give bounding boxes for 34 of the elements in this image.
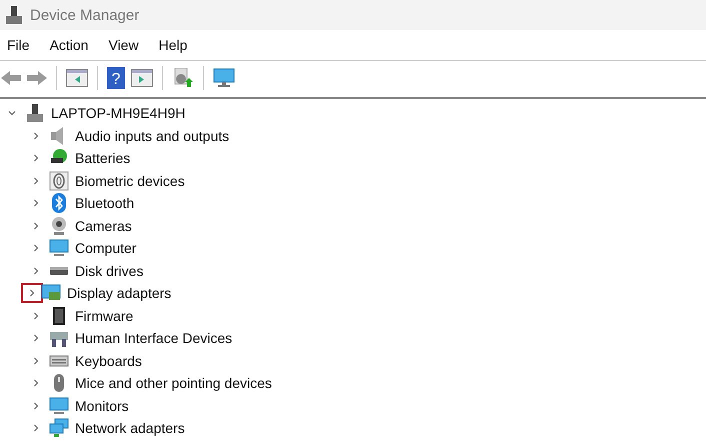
tree-item[interactable]: Disk drives	[75, 262, 144, 279]
webcam-icon	[49, 216, 69, 236]
network-icon	[49, 418, 69, 438]
computer-tower-icon	[6, 6, 22, 24]
panel-icon[interactable]	[66, 69, 88, 87]
tree-item[interactable]: Batteries	[75, 150, 130, 166]
tree-item[interactable]: Network adapters	[75, 420, 185, 436]
tree-item[interactable]: Keyboards	[75, 352, 142, 369]
menu-item[interactable]: View	[108, 37, 139, 53]
tree-item[interactable]: Monitors	[75, 398, 129, 414]
tree-item[interactable]: LAPTOP-MH9E4H9H	[51, 105, 186, 122]
tree-item[interactable]: Biometric devices	[75, 172, 185, 189]
forward-arrow-icon[interactable]	[27, 70, 47, 86]
help-icon[interactable]: ?	[107, 67, 125, 89]
fingerprint-icon	[49, 170, 69, 191]
tree-item[interactable]: Computer	[75, 240, 136, 256]
bluetooth-icon	[49, 193, 69, 214]
computer-tower-icon	[25, 103, 45, 124]
disk-drive-icon	[49, 266, 69, 276]
tree-item[interactable]: Human Interface Devices	[75, 330, 232, 346]
tree-item[interactable]: Audio inputs and outputs	[75, 128, 230, 144]
tree-item[interactable]: Mice and other pointing devices	[75, 375, 272, 392]
monitor-icon	[49, 238, 69, 258]
tree-item[interactable]: Bluetooth	[75, 195, 134, 212]
panel-icon[interactable]	[131, 69, 153, 87]
tree-item[interactable]: Firmware	[75, 308, 134, 324]
menu-item[interactable]: Action	[50, 37, 88, 53]
back-arrow-icon[interactable]	[1, 70, 21, 86]
tree-item[interactable]: Cameras	[75, 218, 132, 234]
menu-item[interactable]: Help	[158, 37, 188, 53]
window-title: Device Manager	[30, 6, 140, 24]
monitor-icon	[49, 396, 69, 416]
menu-item[interactable]: File	[7, 37, 30, 53]
tree-item[interactable]: Display adapters	[67, 285, 172, 302]
